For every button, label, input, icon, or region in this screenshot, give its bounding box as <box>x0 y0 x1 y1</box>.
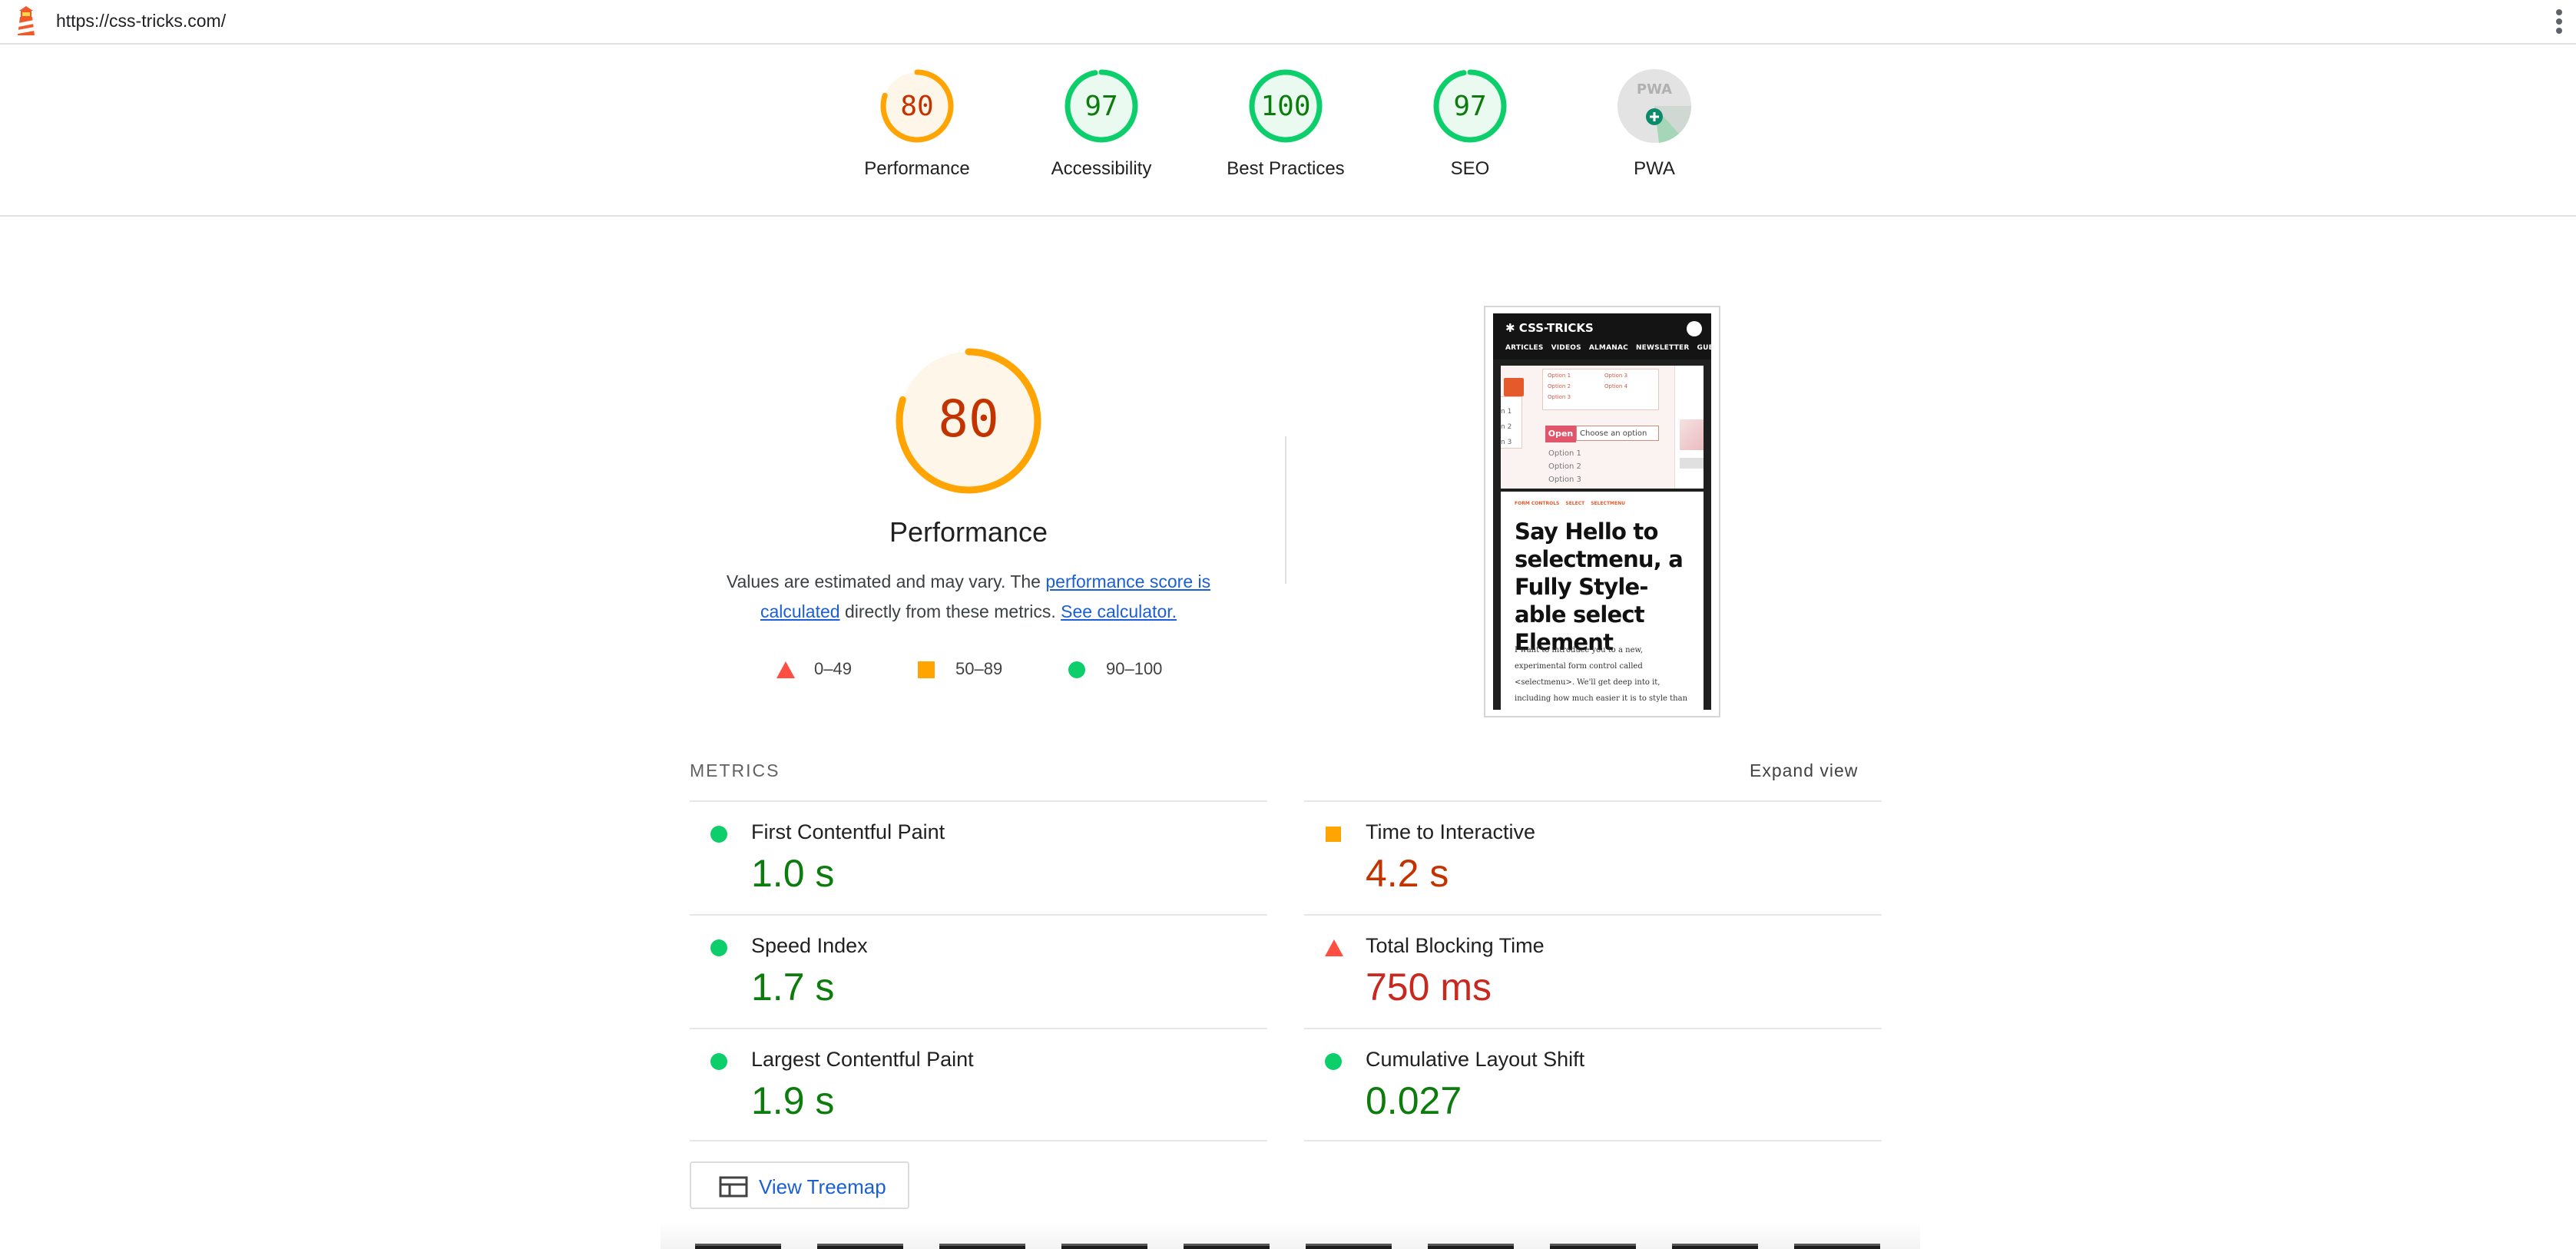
pass-circle-icon <box>710 1053 727 1070</box>
gauge-seo[interactable]: 97 SEO <box>1393 68 1547 180</box>
filmstrip-thumbnail <box>1550 1244 1636 1249</box>
filmstrip-thumbnail <box>1306 1244 1392 1249</box>
performance-title: Performance <box>889 516 1048 548</box>
category-gauges-header: 80 Performance 97 Accessibility 100 Best… <box>0 45 2576 217</box>
average-square-icon <box>918 661 935 678</box>
gauge-accessibility[interactable]: 97 Accessibility <box>1025 68 1178 180</box>
gauge-best-practices[interactable]: 100 Best Practices <box>1209 68 1362 180</box>
url-text: https://css-tricks.com/ <box>56 11 227 31</box>
filmstrip-thumbnail <box>1061 1244 1147 1249</box>
metric-value: 0.027 <box>1366 1079 1462 1122</box>
filmstrip-thumbnail <box>1672 1244 1758 1249</box>
gauge-performance[interactable]: 80 Performance <box>840 68 994 180</box>
seo-gauge-icon: 97 <box>1433 69 1507 143</box>
metric-value: 1.0 s <box>751 852 835 895</box>
pwa-badge-icon: PWA <box>1617 69 1692 143</box>
more-menu-icon[interactable] <box>2553 6 2565 37</box>
svg-text:PWA: PWA <box>1637 81 1672 98</box>
metric-total-blocking-time: Total Blocking Time 750 ms <box>1304 914 1882 1028</box>
average-square-icon <box>1326 827 1341 842</box>
screenshot-article: FORM CONTROLS SELECT SELECTMENU Say Hello … <box>1501 492 1704 710</box>
metric-value: 4.2 s <box>1366 852 1449 895</box>
performance-score-gauge: 80 <box>896 348 1041 494</box>
filmstrip-thumbnail <box>939 1244 1025 1249</box>
gauge-label: Accessibility <box>1051 158 1152 179</box>
filmstrip-thumbnail <box>1184 1244 1270 1249</box>
gauge-label: Best Practices <box>1227 158 1345 179</box>
accessibility-gauge-icon: 97 <box>1065 69 1138 143</box>
final-screenshot[interactable]: ✱ CSS-TRICKS ARTICLES VIDEOS ALMANAC NEWSLE… <box>1484 306 1720 717</box>
performance-description: Values are estimated and may vary. The p… <box>726 571 1211 621</box>
svg-text:97: 97 <box>1453 91 1486 122</box>
metric-speed-index: Speed Index 1.7 s <box>690 914 1267 1028</box>
svg-text:100: 100 <box>1260 91 1310 122</box>
filmstrip-thumbnail <box>1428 1244 1514 1249</box>
best-practices-gauge-icon: 100 <box>1249 69 1323 143</box>
pass-circle-icon <box>1068 661 1085 678</box>
metric-value: 1.7 s <box>751 966 835 1009</box>
screenshot-body-text: I want to introduce you to a new, experi… <box>1515 646 1688 703</box>
fail-triangle-icon <box>1325 939 1343 956</box>
metric-cumulative-layout-shift: Cumulative Layout Shift 0.027 <box>1304 1028 1882 1141</box>
screenshot-select: Choose an option <box>1576 426 1659 441</box>
see-calculator-link[interactable]: See calculator. <box>1061 601 1177 621</box>
screenshot-headline: Say Hello to selectmenu, a Fully Style-a… <box>1515 518 1684 655</box>
pass-circle-icon <box>710 826 727 843</box>
svg-text:97: 97 <box>1084 91 1117 122</box>
filmstrip-thumbnail <box>695 1244 781 1249</box>
search-icon <box>1687 321 1702 336</box>
metric-time-to-interactive: Time to Interactive 4.2 s <box>1304 800 1882 914</box>
screenshot-open-button: Open <box>1545 426 1576 442</box>
svg-text:80: 80 <box>900 91 933 122</box>
metric-value: 750 ms <box>1366 966 1492 1009</box>
lighthouse-logo-icon <box>18 6 35 35</box>
gauge-label: Performance <box>864 158 970 179</box>
vertical-divider <box>1285 436 1286 584</box>
gauge-label: SEO <box>1450 158 1490 179</box>
metric-value: 1.9 s <box>751 1079 835 1122</box>
view-treemap-button[interactable]: View Treemap <box>690 1161 909 1209</box>
performance-gauge-icon: 80 <box>880 69 954 143</box>
gauge-pwa[interactable]: PWA PWA <box>1578 68 1731 180</box>
metric-largest-contentful-paint: Largest Contentful Paint 1.9 s <box>690 1028 1267 1141</box>
screenshot-hero: n 1 n 2 n 3 Option 1 Option 2 Option 3 O… <box>1501 366 1704 489</box>
pass-circle-icon <box>1325 1053 1342 1070</box>
gauge-label: PWA <box>1634 158 1675 179</box>
url-bar: https://css-tricks.com/ <box>0 0 2576 45</box>
css-tricks-logo: ✱ CSS-TRICKS <box>1505 321 1594 335</box>
treemap-icon <box>719 1176 748 1198</box>
fail-triangle-icon <box>776 661 795 678</box>
metrics-heading: METRICS <box>690 760 780 780</box>
screenshot-site-header: ✱ CSS-TRICKS ARTICLES VIDEOS ALMANAC NEWSLE… <box>1493 313 1711 359</box>
metric-first-contentful-paint: First Contentful Paint 1.0 s <box>690 800 1267 914</box>
filmstrip-thumbnail <box>817 1244 903 1249</box>
filmstrip-thumbnail <box>1794 1244 1880 1249</box>
screenshot-nav: ARTICLES VIDEOS ALMANAC NEWSLETTER GUE <box>1505 344 1711 352</box>
performance-score: 80 <box>938 389 998 449</box>
expand-view-toggle[interactable]: Expand view <box>1750 760 1858 781</box>
pass-circle-icon <box>710 939 727 956</box>
